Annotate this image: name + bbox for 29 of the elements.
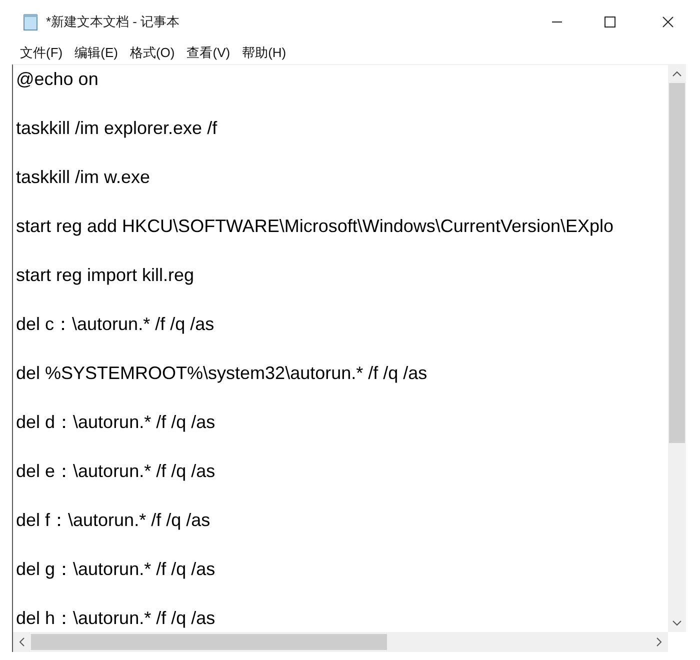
- text-line: start reg import kill.reg: [16, 264, 194, 287]
- scroll-thumb[interactable]: [31, 634, 387, 650]
- text-line: del f：\autorun.* /f /q /as: [16, 509, 210, 532]
- text-line: del %SYSTEMROOT%\system32\autorun.* /f /q /as: [16, 362, 428, 385]
- menu-item[interactable]: 文件(F): [20, 43, 63, 63]
- scroll-right-icon[interactable]: [654, 637, 664, 647]
- scroll-up-icon[interactable]: [672, 69, 682, 79]
- menu-item[interactable]: 帮助(H): [242, 43, 286, 63]
- text-line: del c：\autorun.* /f /q /as: [16, 313, 214, 336]
- text-line: del g：\autorun.* /f /q /as: [16, 558, 216, 581]
- text-line: del e：\autorun.* /f /q /as: [16, 460, 216, 483]
- notepad-icon: [22, 13, 40, 31]
- text-line: @echo on: [16, 68, 98, 91]
- text-line: taskkill /im explorer.exe /f: [16, 117, 218, 140]
- scroll-down-icon[interactable]: [672, 618, 682, 628]
- scroll-left-icon[interactable]: [17, 637, 27, 647]
- horizontal-scrollbar[interactable]: [13, 632, 668, 652]
- window-title: *新建文本文档 - 记事本: [46, 13, 180, 32]
- text-line: taskkill /im w.exe: [16, 166, 150, 189]
- vertical-scrollbar[interactable]: [668, 65, 686, 632]
- menu-item[interactable]: 编辑(E): [74, 43, 118, 63]
- close-icon: [662, 16, 674, 28]
- text-line: start reg add HKCU\SOFTWARE\Microsoft\Windows\CurrentVersion\EXplo: [16, 215, 614, 238]
- menu-item[interactable]: 查看(V): [186, 43, 230, 63]
- text-line: del d：\autorun.* /f /q /as: [16, 411, 216, 434]
- text-line: del h：\autorun.* /f /q /as: [16, 607, 216, 630]
- scroll-thumb[interactable]: [669, 83, 685, 443]
- menu-item[interactable]: 格式(O): [130, 43, 175, 63]
- maximize-icon: [604, 16, 616, 28]
